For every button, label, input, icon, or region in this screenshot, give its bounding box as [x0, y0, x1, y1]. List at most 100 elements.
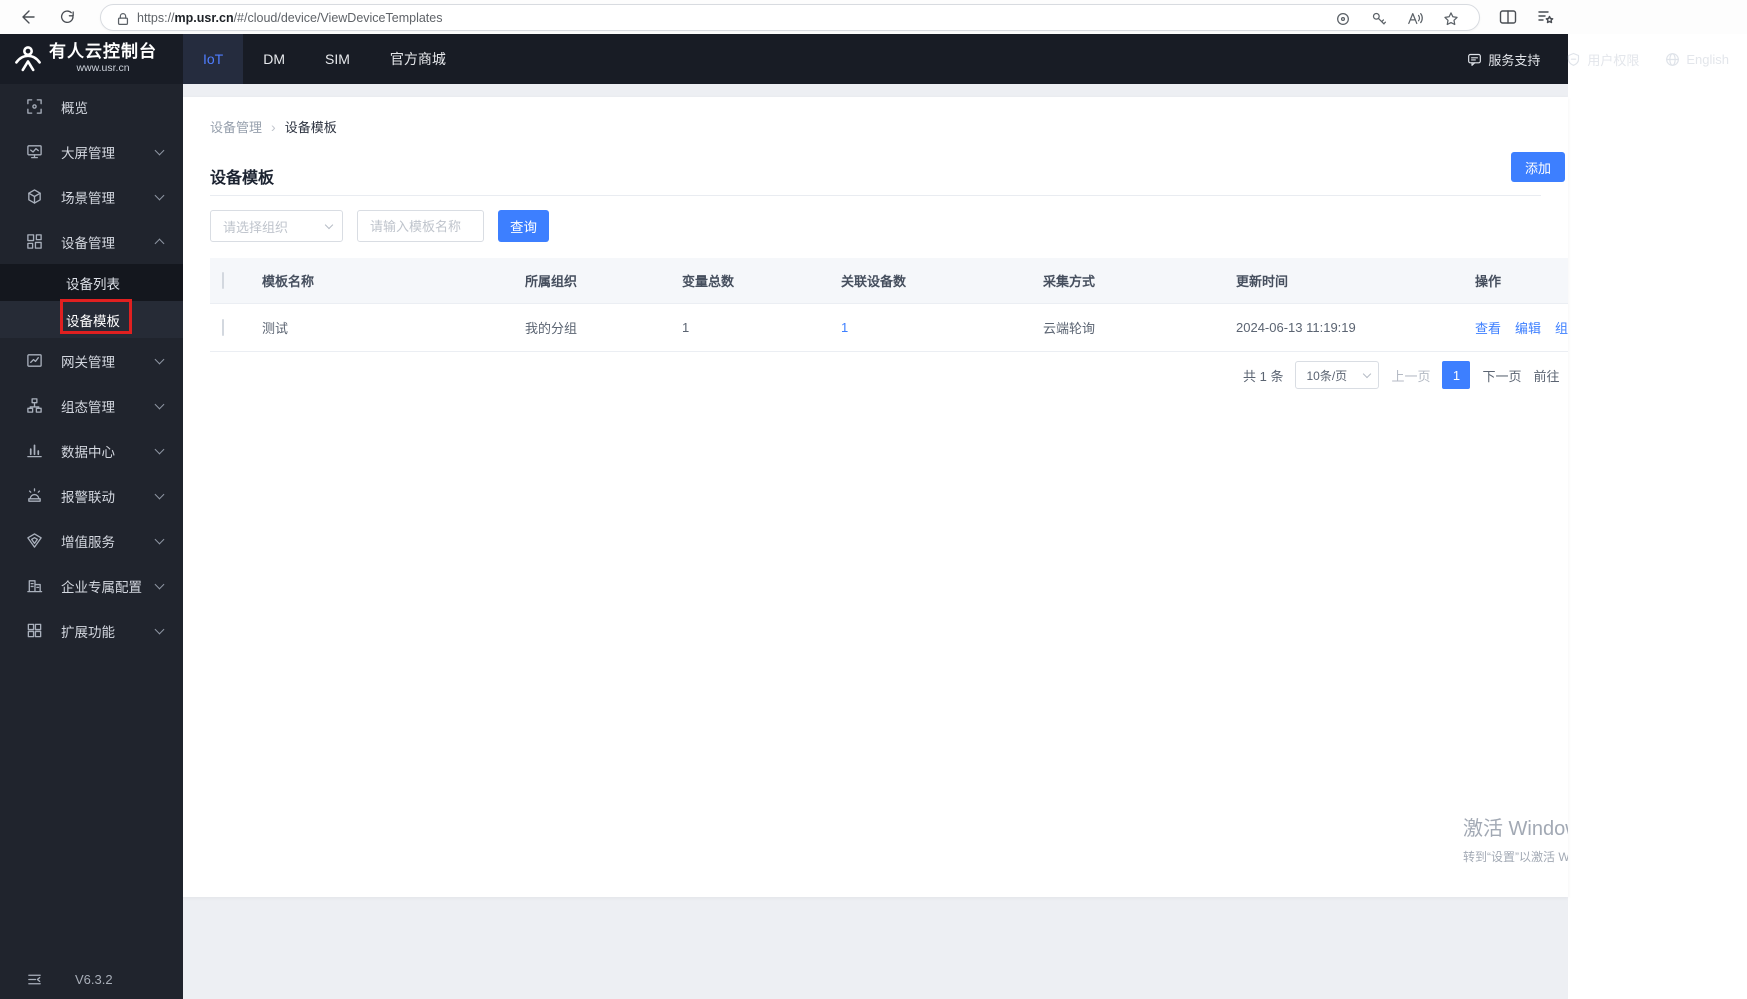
chevron-down-icon	[154, 579, 165, 589]
sidebar-item-configuration[interactable]: 组态管理	[0, 383, 183, 428]
tab-official-mall[interactable]: 官方商城	[370, 34, 466, 84]
address-bar[interactable]: https://mp.usr.cn/#/cloud/device/ViewDev…	[100, 4, 1480, 31]
device-template-table: 模板名称 所属组织 变量总数 关联设备数 采集方式 更新时间 操作 测试 我的分…	[210, 258, 1568, 352]
header-organization: 所属组织	[525, 274, 578, 289]
cell-linked-devices-link[interactable]: 1	[841, 320, 848, 335]
chevron-down-icon	[154, 190, 165, 200]
chevron-down-icon	[324, 220, 334, 229]
screen-icon	[27, 145, 42, 159]
browser-back-button[interactable]	[14, 4, 40, 30]
breadcrumb-device-template: 设备模板	[284, 120, 337, 135]
version-label: V6.3.2	[75, 972, 113, 987]
chevron-down-icon	[154, 534, 165, 544]
cube-icon	[28, 189, 41, 204]
header-update-time: 更新时间	[1236, 274, 1289, 289]
sidebar-item-data-center[interactable]: 数据中心	[0, 428, 183, 473]
device-grid-icon	[27, 234, 42, 249]
tab-dm[interactable]: DM	[243, 34, 305, 84]
page-title: 设备模板	[210, 170, 275, 187]
tab-sim[interactable]: SIM	[305, 34, 370, 84]
grid-squares-icon	[27, 623, 42, 638]
split-screen-icon[interactable]	[1499, 8, 1517, 26]
row-checkbox[interactable]	[222, 319, 224, 336]
alarm-siren-icon	[28, 488, 41, 502]
header-template-name: 模板名称	[262, 274, 315, 289]
bar-chart-icon	[27, 444, 42, 458]
sidebar-item-overview[interactable]: 概览	[0, 84, 183, 129]
app-header: 有人云控制台 www.usr.cn IoT DM SIM 官方商城	[0, 34, 1568, 84]
app-logo[interactable]: 有人云控制台 www.usr.cn	[0, 34, 183, 84]
pagination: 共 1 条 10条/页 上一页 1 下一页 前往	[1243, 361, 1560, 389]
breadcrumb: 设备管理 › 设备模板	[210, 117, 337, 136]
select-all-checkbox[interactable]	[222, 272, 224, 289]
globe-icon	[1666, 52, 1680, 66]
breadcrumb-device-management[interactable]: 设备管理	[210, 117, 262, 136]
sidebar-item-device-management[interactable]: 设备管理	[0, 219, 183, 264]
sidebar-subitem-device-template[interactable]: 设备模板	[0, 301, 183, 338]
cell-template-name: 测试	[262, 321, 289, 336]
browser-toolbar: https://mp.usr.cn/#/cloud/device/ViewDev…	[0, 0, 1747, 34]
chevron-down-icon	[154, 444, 165, 454]
sidebar-item-bigscreen[interactable]: 大屏管理	[0, 129, 183, 174]
chevron-down-icon	[154, 489, 165, 499]
configure-action-link[interactable]: 组态	[1555, 321, 1568, 336]
chevron-down-icon	[1363, 369, 1372, 378]
cell-organization: 我的分组	[525, 321, 578, 336]
divider	[210, 195, 1541, 196]
password-key-icon[interactable]	[1371, 11, 1387, 27]
user-permissions-button[interactable]: 用户权限	[1566, 50, 1639, 69]
add-button[interactable]: 添加	[1511, 152, 1565, 182]
lock-icon	[117, 13, 129, 25]
view-action-link[interactable]: 查看	[1475, 321, 1501, 336]
cell-variable-count: 1	[682, 320, 690, 335]
service-support-button[interactable]: 服务支持	[1467, 50, 1540, 69]
watermark-line1: 激活 Windows	[1463, 818, 1568, 840]
favorite-star-icon[interactable]	[1443, 11, 1459, 27]
watermark-line2: 转到“设置”以激活 Windows。	[1463, 850, 1568, 864]
language-switch-button[interactable]: English	[1665, 52, 1729, 67]
sidebar-item-gateway[interactable]: 网关管理	[0, 338, 183, 383]
app-title: 有人云控制台	[49, 42, 157, 62]
page-size-select[interactable]: 10条/页	[1295, 361, 1380, 389]
current-page-button[interactable]: 1	[1442, 361, 1471, 389]
collapse-sidebar-icon[interactable]	[26, 971, 43, 988]
tab-iot[interactable]: IoT	[183, 34, 244, 84]
chevron-down-icon	[154, 354, 165, 364]
sidebar-item-alarm[interactable]: 报警联动	[0, 473, 183, 518]
building-icon	[27, 580, 43, 593]
sidebar-item-extensions[interactable]: 扩展功能	[0, 608, 183, 653]
search-button[interactable]: 查询	[498, 210, 549, 242]
gateway-chart-icon	[27, 354, 42, 367]
organization-select[interactable]: 请选择组织	[210, 210, 343, 242]
previous-page-button[interactable]: 上一页	[1391, 366, 1430, 385]
template-name-field	[357, 210, 484, 242]
location-icon[interactable]	[1335, 11, 1351, 27]
sidebar-subitem-device-list[interactable]: 设备列表	[0, 264, 183, 301]
back-arrow-icon	[22, 10, 35, 24]
cell-collect-method: 云端轮询	[1043, 321, 1096, 336]
sidebar-item-scene[interactable]: 场景管理	[0, 174, 183, 219]
sidebar-item-enterprise-config[interactable]: 企业专属配置	[0, 563, 183, 608]
header-collect-method: 采集方式	[1043, 274, 1096, 289]
table-header-row: 模板名称 所属组织 变量总数 关联设备数 采集方式 更新时间 操作	[210, 258, 1568, 304]
edit-action-link[interactable]: 编辑	[1515, 321, 1541, 336]
header-right-menu: 服务支持 用户权限 English	[1467, 34, 1739, 84]
sidebar-item-value-added[interactable]: 增值服务	[0, 518, 183, 563]
goto-page-label: 前往	[1533, 368, 1560, 384]
windows-activation-watermark: 激活 Windows 转到“设置”以激活 Windows。	[1463, 812, 1568, 865]
header-variable-count: 变量总数	[682, 274, 735, 289]
breadcrumb-separator-icon: ›	[271, 118, 276, 135]
read-aloud-icon[interactable]	[1407, 11, 1423, 27]
chevron-up-icon	[154, 238, 165, 249]
chevron-down-icon	[154, 624, 165, 634]
header-linked-devices: 关联设备数	[841, 274, 907, 289]
sidebar: 概览 大屏管理 场景管理 设备管理 设备列表 设备模板 网关管理 组态管理 数据…	[0, 84, 183, 999]
next-page-button[interactable]: 下一页	[1482, 366, 1521, 385]
table-row: 测试 我的分组 1 1 云端轮询 2024-06-13 11:19:19 查看编…	[210, 304, 1568, 352]
template-name-input[interactable]	[358, 211, 483, 241]
browser-refresh-button[interactable]	[54, 4, 80, 30]
collections-icon[interactable]	[1537, 8, 1555, 26]
cell-actions: 查看编辑组态	[1475, 318, 1568, 337]
screen: https://mp.usr.cn/#/cloud/device/ViewDev…	[0, 0, 1747, 999]
sidebar-footer: V6.3.2	[0, 967, 183, 993]
